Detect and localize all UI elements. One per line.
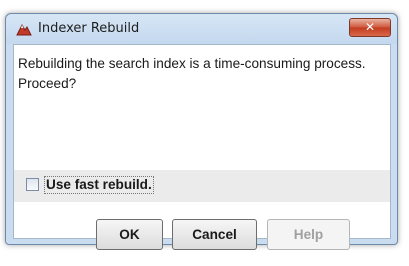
ok-button[interactable]: OK (96, 219, 163, 250)
fast-rebuild-checkbox[interactable] (26, 178, 39, 191)
confirmation-message: Rebuilding the search index is a time-co… (18, 56, 366, 91)
close-button[interactable]: ✕ (349, 18, 391, 37)
title-bar[interactable]: Indexer Rebuild ✕ (6, 14, 397, 44)
cancel-button[interactable]: Cancel (172, 219, 257, 250)
fast-rebuild-option: Use fast rebuild. (14, 170, 390, 202)
close-icon: ✕ (364, 20, 376, 34)
dialog-window: Indexer Rebuild ✕ Rebuilding the search … (5, 13, 398, 250)
dialog-body: Rebuilding the search index is a time-co… (13, 44, 391, 250)
window-title: Indexer Rebuild (38, 21, 140, 36)
help-button[interactable]: Help (267, 219, 350, 250)
fast-rebuild-label[interactable]: Use fast rebuild. (44, 176, 154, 194)
app-icon (16, 22, 32, 36)
